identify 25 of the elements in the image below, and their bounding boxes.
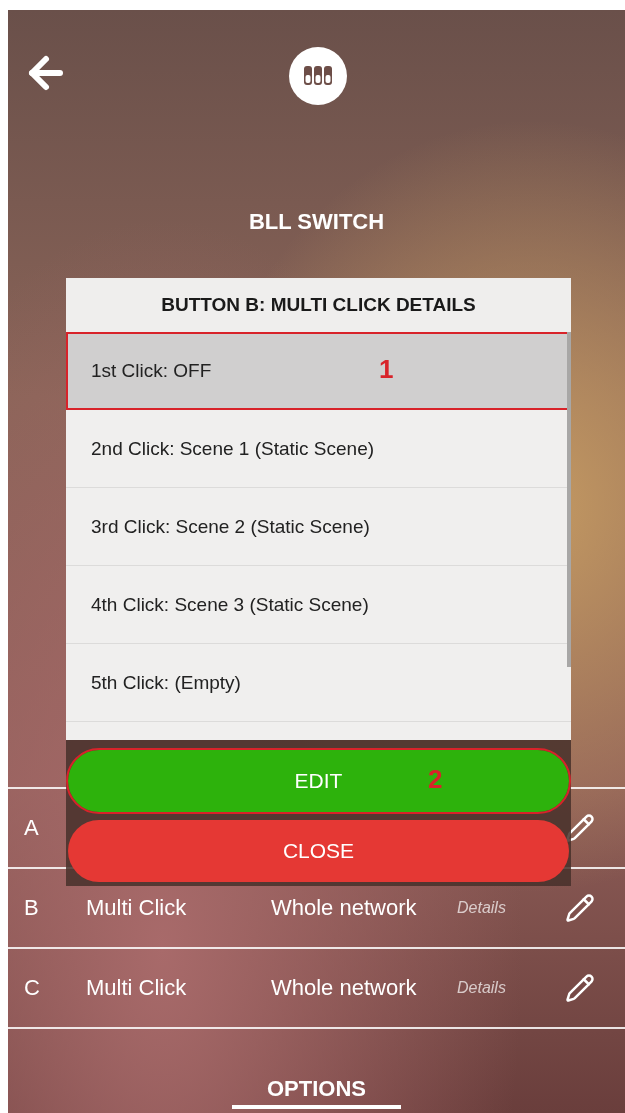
row-letter: A — [24, 815, 40, 841]
options-tab[interactable]: OPTIONS — [232, 1075, 401, 1109]
destination-cell-text: Whole network — [271, 975, 418, 1001]
destination-cell-text: Whole network — [271, 895, 418, 921]
click-label: 1st Click: OFF — [91, 359, 212, 382]
details-link[interactable]: Details — [457, 899, 565, 917]
annotation-number: 2 — [428, 763, 443, 795]
click-label: 3rd Click: Scene 2 (Static Scene) — [91, 515, 370, 538]
edit-button[interactable] — [565, 973, 595, 1003]
row-letter: C — [24, 975, 41, 1001]
click-label: 5th Click: (Empty) — [91, 671, 241, 694]
click-label: 4th Click: Scene 3 (Static Scene) — [91, 593, 369, 616]
click-label: 2nd Click: Scene 1 (Static Scene) — [91, 437, 375, 460]
edit-button[interactable] — [565, 893, 595, 923]
function-cell-text: Multi Click — [86, 975, 188, 1001]
pencil-icon — [565, 893, 595, 923]
pencil-icon — [565, 973, 595, 1003]
annotation-number: 1 — [379, 353, 394, 385]
device-title: BLL SWITCH — [247, 208, 386, 236]
row-letter: B — [24, 895, 40, 921]
details-link[interactable]: Details — [457, 979, 565, 997]
switch-icon — [289, 47, 347, 105]
function-cell-text: Multi Click — [86, 895, 188, 921]
close-button[interactable]: CLOSE — [68, 820, 569, 882]
dialog-title: BUTTON B: MULTI CLICK DETAILS — [66, 278, 571, 332]
